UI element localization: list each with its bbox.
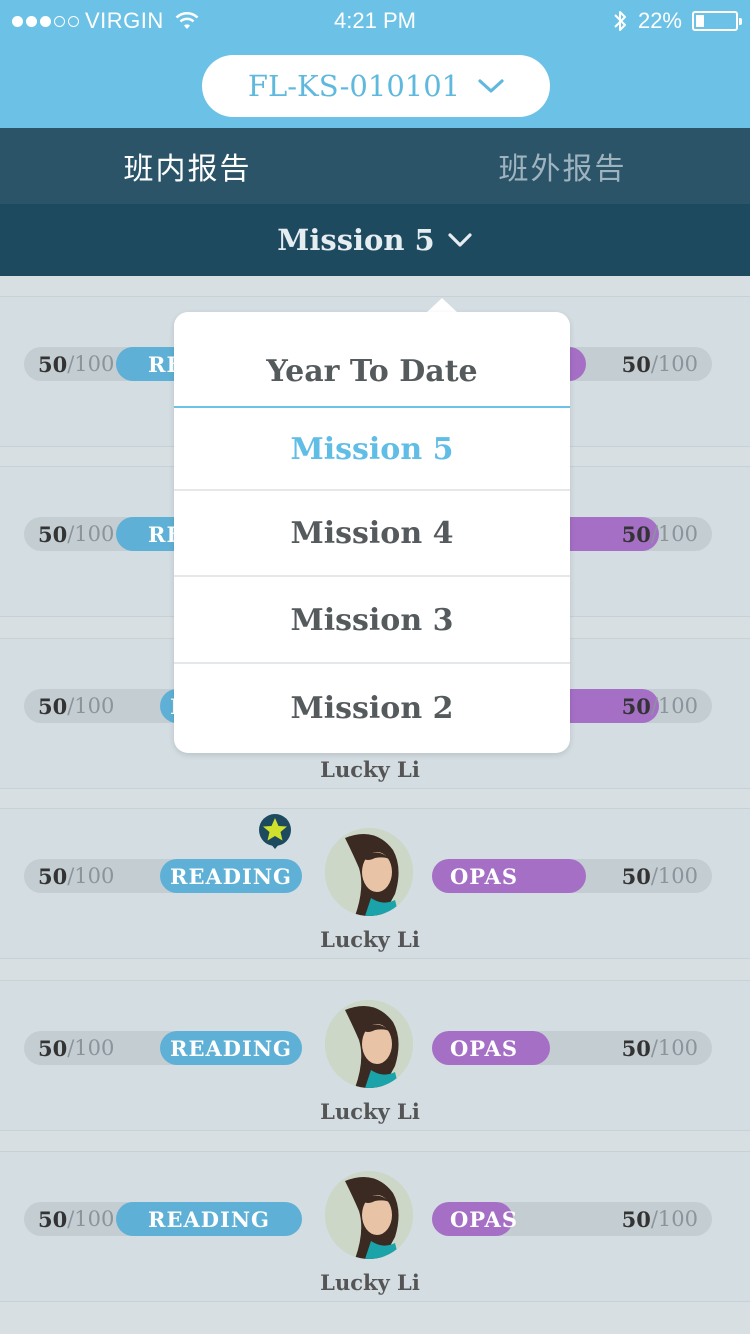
opas-score-total: /100 — [650, 352, 698, 376]
avatar[interactable] — [325, 1000, 413, 1088]
reading-score-value: 50 — [38, 1035, 68, 1061]
opas-score-total: /100 — [650, 1036, 698, 1060]
reading-score: 50/100 — [38, 689, 114, 723]
reading-score: 50/100 — [38, 1202, 114, 1236]
student-name: Lucky Li — [320, 1099, 420, 1124]
reading-label: READING — [148, 1206, 270, 1232]
opas-score: 50/100 — [622, 689, 698, 723]
avatar[interactable] — [325, 1171, 413, 1259]
option-mission-5[interactable]: Mission 5 — [174, 408, 570, 490]
opas-progress: OPAS 50/100 — [432, 1202, 712, 1236]
reading-score-total: /100 — [67, 694, 115, 718]
student-name: Lucky Li — [320, 927, 420, 952]
student-name: Lucky Li — [320, 1270, 420, 1295]
battery-level — [696, 15, 705, 27]
opas-score: 50/100 — [622, 517, 698, 551]
reading-score-total: /100 — [67, 1207, 115, 1231]
opas-label: OPAS — [450, 1206, 519, 1232]
opas-bar: OPAS — [432, 1031, 550, 1065]
opas-label: OPAS — [450, 1035, 519, 1061]
reading-score: 50/100 — [38, 517, 114, 551]
report-tabs: 班内报告 班外报告 — [0, 128, 750, 204]
reading-progress: READING 50/100 — [24, 859, 302, 893]
option-mission-3[interactable]: Mission 3 — [174, 577, 570, 663]
opas-score-value: 50 — [621, 351, 651, 377]
opas-score: 50/100 — [622, 1202, 698, 1236]
opas-bar: OPAS — [432, 859, 586, 893]
tab-in-class-report[interactable]: 班内报告 — [0, 128, 375, 204]
reading-label: READING — [170, 1035, 292, 1061]
opas-score-value: 50 — [621, 1206, 651, 1232]
battery-percent: 22% — [637, 8, 682, 33]
opas-score-total: /100 — [650, 694, 698, 718]
reading-score-value: 50 — [38, 351, 68, 377]
opas-score-total: /100 — [650, 864, 698, 888]
battery-icon — [692, 11, 742, 31]
reading-score-total: /100 — [67, 1036, 115, 1060]
opas-progress: OPAS 50/100 — [432, 859, 712, 893]
reading-bar: READING — [160, 1031, 302, 1065]
opas-score-value: 50 — [621, 693, 651, 719]
reading-score-value: 50 — [38, 521, 68, 547]
tab-out-of-class-report[interactable]: 班外报告 — [375, 128, 750, 204]
reading-score: 50/100 — [38, 347, 114, 381]
opas-score-total: /100 — [650, 1207, 698, 1231]
opas-score: 50/100 — [622, 347, 698, 381]
status-right: 22% — [612, 8, 742, 34]
student-row[interactable]: READING 50/100 OPAS 50/100 Lucky Li — [0, 808, 750, 959]
option-mission-4[interactable]: Mission 4 — [174, 491, 570, 576]
header: VIRGIN 4:21 PM 22% FL-KS-010101 — [0, 0, 750, 128]
student-row[interactable]: READING 50/100 OPAS 50/100 Lucky Li — [0, 980, 750, 1131]
reading-score-total: /100 — [67, 352, 115, 376]
reading-score-value: 50 — [38, 863, 68, 889]
reading-progress: READING 50/100 — [24, 1031, 302, 1065]
reading-bar: READING — [116, 1202, 302, 1236]
opas-score-value: 50 — [621, 863, 651, 889]
student-row[interactable]: READING 50/100 OPAS 50/100 Lucky Li — [0, 1151, 750, 1302]
reading-score-value: 50 — [38, 693, 68, 719]
opas-score-total: /100 — [650, 522, 698, 546]
bluetooth-icon — [614, 11, 626, 31]
option-mission-2[interactable]: Mission 2 — [174, 664, 570, 753]
student-name: Lucky Li — [320, 757, 420, 782]
mission-dropdown: Year To Date Mission 5 Mission 4 Mission… — [174, 312, 570, 753]
opas-score-value: 50 — [621, 1035, 651, 1061]
option-year-to-date[interactable]: Year To Date — [174, 324, 570, 418]
opas-score-value: 50 — [621, 521, 651, 547]
mission-selector[interactable]: Mission 5 — [0, 204, 750, 276]
reading-bar: READING — [160, 859, 302, 893]
opas-bar: OPAS — [432, 1202, 517, 1236]
mission-selector-value: Mission 5 — [277, 223, 435, 257]
reading-score: 50/100 — [38, 859, 114, 893]
class-selector[interactable]: FL-KS-010101 — [202, 55, 550, 117]
chevron-down-icon — [448, 233, 472, 247]
popover-arrow — [426, 298, 458, 313]
reading-progress: READING 50/100 — [24, 1202, 302, 1236]
class-selector-value: FL-KS-010101 — [247, 69, 461, 103]
opas-score: 50/100 — [622, 859, 698, 893]
chevron-down-icon — [478, 79, 504, 93]
reading-score: 50/100 — [38, 1031, 114, 1065]
reading-score-value: 50 — [38, 1206, 68, 1232]
opas-progress: OPAS 50/100 — [432, 1031, 712, 1065]
opas-score: 50/100 — [622, 1031, 698, 1065]
status-bar: VIRGIN 4:21 PM 22% — [0, 0, 750, 42]
star-badge-icon — [258, 813, 292, 857]
avatar[interactable] — [325, 828, 413, 916]
reading-label: READING — [170, 863, 292, 889]
reading-score-total: /100 — [67, 522, 115, 546]
reading-score-total: /100 — [67, 864, 115, 888]
opas-label: OPAS — [450, 863, 519, 889]
